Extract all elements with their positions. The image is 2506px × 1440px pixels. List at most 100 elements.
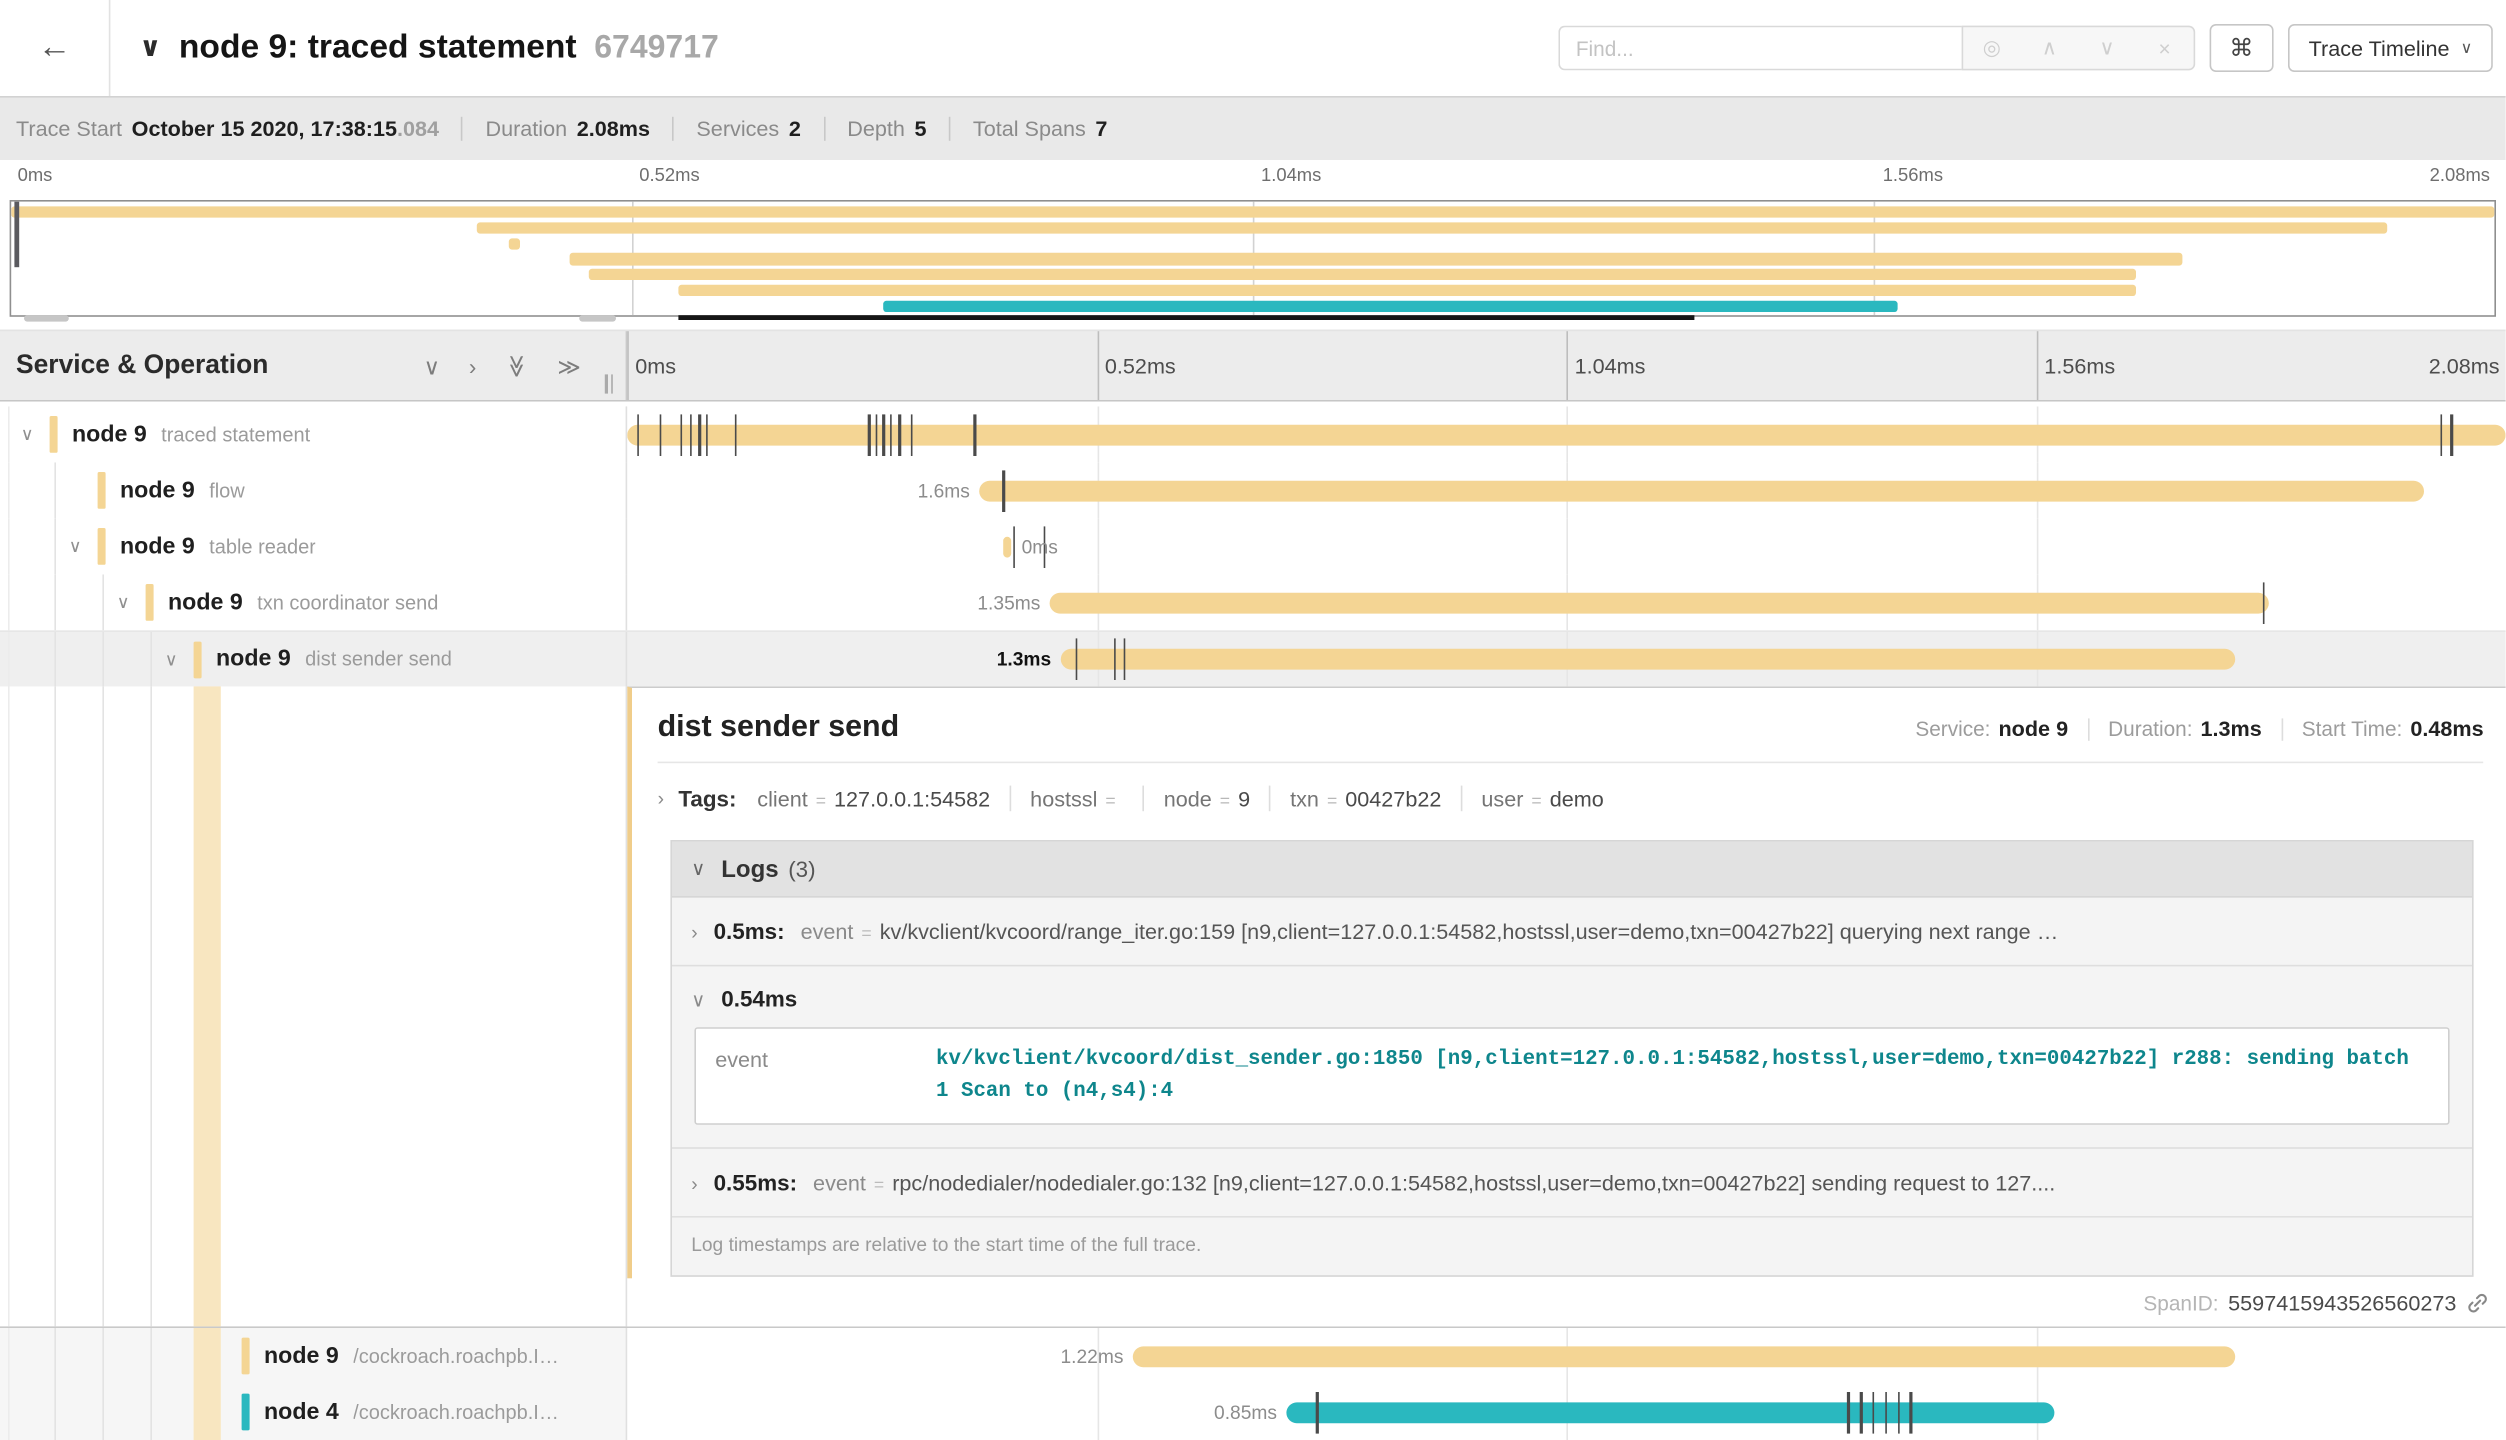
tag-item[interactable]: node=9	[1164, 786, 1250, 810]
minimap-range-bar[interactable]	[678, 315, 1694, 320]
trace-meta-bar: Trace StartOctober 15 2020, 17:38:15.084…	[0, 96, 2506, 160]
find-input[interactable]	[1558, 26, 1961, 71]
timeline-gridline	[1097, 518, 1099, 574]
minimap-scrubber-handle[interactable]	[14, 202, 19, 268]
minimap-span-bar[interactable]	[509, 238, 520, 250]
minimap-canvas[interactable]	[10, 200, 2497, 317]
service-name: node 9	[72, 422, 147, 448]
span-detail-panel: dist sender send Service:node 9Duration:…	[627, 686, 2506, 1326]
axis-gridline	[1567, 331, 1569, 400]
tag-item[interactable]: txn=00427b22	[1290, 786, 1441, 810]
log-entry[interactable]: ›0.55ms:event=rpc/nodedialer/nodedialer.…	[672, 1148, 2472, 1217]
next-result-icon[interactable]: ∨	[2078, 27, 2136, 69]
minimap-scroll-segment[interactable]	[24, 315, 69, 321]
span-detail-content: dist sender send Service:node 9Duration:…	[627, 686, 2506, 1278]
tag-item[interactable]: client=127.0.0.1:54582	[757, 786, 990, 810]
chevron-down-icon[interactable]: ∨	[112, 592, 134, 613]
tag-item[interactable]: hostssl=	[1030, 786, 1124, 810]
minimap-span-bar[interactable]	[11, 206, 2495, 218]
span-log-marker	[1316, 1391, 1318, 1433]
span-row[interactable]: node 9flow1.6ms	[0, 462, 2506, 518]
span-log-marker	[974, 414, 976, 456]
log-entry[interactable]: ›0.5ms:event=kv/kvclient/kvcoord/range_i…	[672, 898, 2472, 965]
log-entry-expanded: ∨0.54mseventkv/kvclient/kvcoord/dist_sen…	[672, 965, 2472, 1148]
log-field-key: event	[801, 920, 854, 944]
minimap-span-bar[interactable]	[589, 269, 2136, 281]
span-detail-row: dist sender send Service:node 9Duration:…	[0, 686, 2506, 1328]
minimap-scroll-segment[interactable]	[579, 315, 616, 321]
span-duration-bar[interactable]	[1050, 592, 2269, 613]
indent-guide	[150, 686, 152, 1326]
log-entry-header[interactable]: ∨0.54ms	[691, 986, 2453, 1012]
collapse-trace-header-icon[interactable]: ∨	[139, 32, 161, 64]
minimap-span-bar[interactable]	[570, 253, 2182, 265]
span-row[interactable]: ∨node 9txn coordinator send1.35ms	[0, 574, 2506, 630]
span-tree-content: node 9flow	[98, 472, 245, 509]
span-duration-bar[interactable]	[1287, 1402, 2055, 1423]
minimap-span-row	[11, 285, 2495, 297]
timeline-gridline	[1097, 1384, 1099, 1440]
minimap-span-bar[interactable]	[477, 222, 2387, 234]
indent-guide	[8, 686, 10, 1326]
expand-all-icon[interactable]: ≫	[557, 354, 580, 376]
logs-header[interactable]: ∨ Logs (3)	[672, 842, 2472, 898]
column-resizer-handle[interactable]	[605, 374, 613, 393]
log-timestamp: 0.54ms	[721, 986, 797, 1012]
span-duration-label: 1.22ms	[1060, 1345, 1123, 1367]
span-duration-bar[interactable]	[1004, 536, 1012, 557]
span-tree-cell: node 9flow	[0, 462, 627, 518]
keyboard-shortcuts-button[interactable]: ⌘	[2209, 24, 2273, 72]
tag-item[interactable]: user=demo	[1481, 786, 1603, 810]
tags-row[interactable]: › Tags: client=127.0.0.1:54582hostssl=no…	[658, 778, 2484, 820]
span-row[interactable]: ∨node 9table reader0ms	[0, 518, 2506, 574]
chevron-down-icon[interactable]: ∨	[64, 536, 86, 557]
axis-tick-label: 0.52ms	[639, 166, 699, 185]
span-row[interactable]: ∨node 9traced statement	[0, 406, 2506, 462]
span-meta-label: Start Time:	[2302, 717, 2403, 741]
span-duration-bar[interactable]	[979, 480, 2424, 501]
chevron-down-icon[interactable]: ∨	[16, 424, 38, 445]
span-row[interactable]: node 4/cockroach.roachpb.I…0.85ms	[0, 1384, 2506, 1440]
equals-sign: =	[861, 925, 871, 944]
indent-guide	[150, 1328, 152, 1384]
collapse-all-icon[interactable]: ≫	[506, 354, 528, 377]
collapse-one-icon[interactable]: ∨	[424, 354, 440, 376]
back-button[interactable]: ←	[0, 0, 110, 96]
trace-id: 6749717	[594, 30, 719, 67]
logs-section: ∨ Logs (3) ›0.5ms:event=kv/kvclient/kvco…	[670, 840, 2474, 1277]
chevron-down-icon[interactable]: ∨	[160, 649, 182, 670]
equals-sign: =	[1220, 791, 1230, 810]
span-tree-cell: ∨node 9table reader	[0, 518, 627, 574]
span-id-row: SpanID: 5597415943526560273	[627, 1278, 2506, 1326]
minimap-span-bar[interactable]	[883, 300, 1898, 312]
expand-one-icon[interactable]: ›	[469, 354, 476, 376]
link-icon[interactable]	[2466, 1290, 2490, 1314]
span-log-marker	[2440, 414, 2442, 456]
span-log-marker	[706, 414, 708, 456]
span-meta-value: 0.48ms	[2410, 717, 2483, 741]
minimap-span-bar[interactable]	[679, 285, 2137, 297]
prev-result-icon[interactable]: ∧	[2021, 27, 2079, 69]
locate-icon[interactable]: ◎	[1963, 27, 2021, 69]
span-row[interactable]: ∨node 9dist sender send1.3ms	[0, 630, 2506, 686]
span-detail-title: dist sender send	[658, 710, 900, 745]
logs-entries: ›0.5ms:event=kv/kvclient/kvcoord/range_i…	[672, 898, 2472, 1217]
span-duration-bar[interactable]	[1061, 649, 2235, 670]
span-duration-bar[interactable]	[627, 424, 2506, 445]
clear-search-icon[interactable]: ×	[2136, 27, 2194, 69]
selected-span-indent-guide	[194, 1384, 221, 1440]
span-timeline-cell: 0ms	[627, 518, 2506, 574]
span-duration-bar[interactable]	[1133, 1346, 2235, 1367]
view-selector-button[interactable]: Trace Timeline ∨	[2288, 24, 2493, 72]
span-log-marker	[899, 414, 901, 456]
service-color-chip	[194, 641, 202, 678]
divider	[461, 117, 463, 141]
span-log-marker	[689, 414, 691, 456]
trace-meta-label: Trace Start	[16, 117, 122, 141]
span-row[interactable]: node 9/cockroach.roachpb.I…1.22ms	[0, 1328, 2506, 1384]
indent-guide	[150, 1384, 152, 1440]
span-log-marker	[1885, 1391, 1887, 1433]
indent-guide	[8, 1384, 10, 1440]
span-timeline-cell	[627, 406, 2506, 462]
trace-meta-item: Depth5	[847, 117, 926, 141]
